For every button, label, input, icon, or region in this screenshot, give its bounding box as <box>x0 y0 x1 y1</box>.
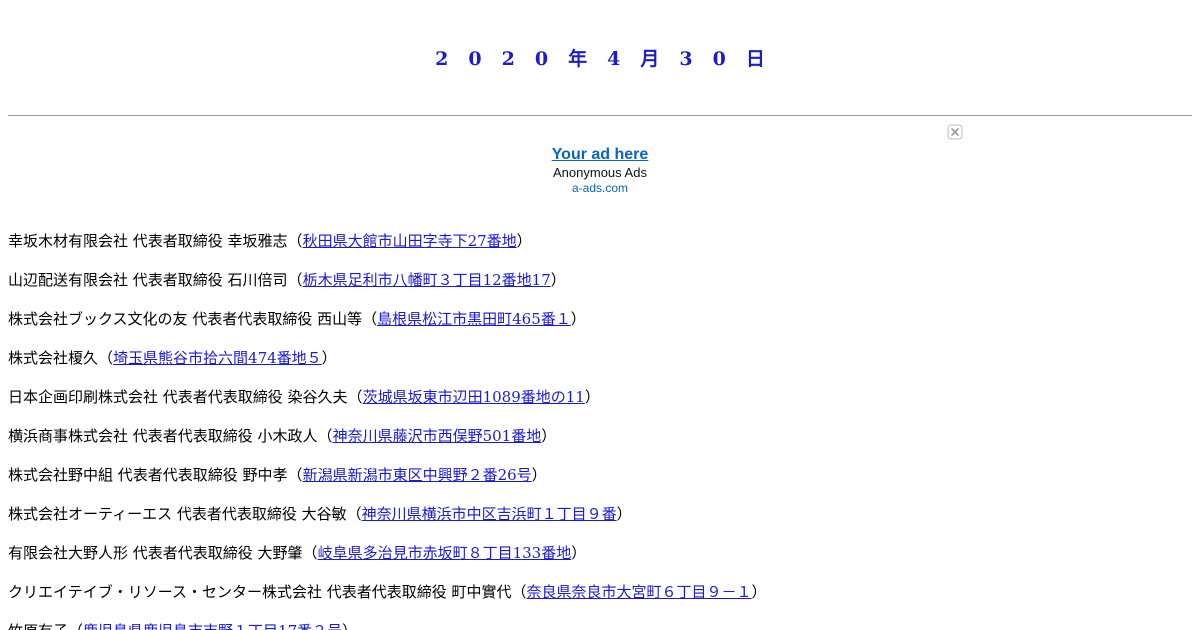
address-link[interactable]: 奈良県奈良市大宮町６丁目９－１ <box>527 583 752 601</box>
company-name: 竹原有子 <box>8 622 68 630</box>
open-paren: （ <box>98 349 114 367</box>
address-link[interactable]: 秋田県大館市山田字寺下27番地 <box>303 232 517 250</box>
company-name: クリエイテイブ・リソース・センター株式会社 代表者代表取締役 町中實代 <box>8 583 512 601</box>
page: 2020年4月30日 Your ad here Anonymous Ads a-… <box>0 0 1200 630</box>
date-char: 0 <box>712 48 726 70</box>
close-paren: ） <box>584 388 600 406</box>
address-link[interactable]: 埼玉県熊谷市拾六間474番地５ <box>113 349 322 367</box>
open-paren: （ <box>362 310 378 328</box>
ad-link[interactable]: Your ad here <box>450 145 750 164</box>
list-item: 株式会社榎久（埼玉県熊谷市拾六間474番地５） <box>8 347 1192 386</box>
open-paren: （ <box>347 388 363 406</box>
list-item: 日本企画印刷株式会社 代表者代表取締役 染谷久夫（茨城県坂東市辺田1089番地の… <box>8 386 1192 425</box>
date-char: 0 <box>534 48 549 70</box>
close-paren: ） <box>342 622 357 630</box>
date-char: 月 <box>640 48 660 70</box>
horizontal-rule <box>8 115 1192 116</box>
open-paren: （ <box>287 466 303 484</box>
close-paren: ） <box>541 427 557 445</box>
open-paren: （ <box>302 544 318 562</box>
close-paren: ） <box>321 349 337 367</box>
date-char: 2 <box>501 48 515 70</box>
open-paren: （ <box>511 583 527 601</box>
date-char: 2 <box>435 48 449 70</box>
close-paren: ） <box>516 232 532 250</box>
date-char: 3 <box>679 48 693 70</box>
date-char: 年 <box>568 48 588 70</box>
list-item: 株式会社野中組 代表者代表取締役 野中孝（新潟県新潟市東区中興野２番26号） <box>8 464 1192 503</box>
address-link[interactable]: 神奈川県藤沢市西俣野501番地 <box>333 427 542 445</box>
date-char: 日 <box>745 48 765 70</box>
list-item: 有限会社大野人形 代表者代表取締役 大野肇（岐阜県多治見市赤坂町８丁目133番地… <box>8 542 1192 581</box>
company-name: 株式会社榎久 <box>8 349 99 367</box>
company-name: 横浜商事株式会社 代表者代表取締役 小木政人 <box>8 427 318 445</box>
company-name: 株式会社ブックス文化の友 代表者代表取締役 西山等 <box>8 310 363 328</box>
address-link[interactable]: 新潟県新潟市東区中興野２番26号 <box>303 466 532 484</box>
open-paren: （ <box>287 271 303 289</box>
address-link[interactable]: 栃木県足利市八幡町３丁目12番地17 <box>303 271 551 289</box>
list-item: 幸坂木材有限会社 代表者取締役 幸坂雅志（秋田県大館市山田字寺下27番地） <box>8 230 1192 269</box>
date-char: 4 <box>607 48 621 70</box>
close-paren: ） <box>571 544 587 562</box>
open-paren: （ <box>68 622 83 630</box>
ad-domain-link[interactable]: a-ads.com <box>450 181 750 195</box>
address-link[interactable]: 岐阜県多治見市赤坂町８丁目133番地 <box>318 544 572 562</box>
list-item: 横浜商事株式会社 代表者代表取締役 小木政人（神奈川県藤沢市西俣野501番地） <box>8 425 1192 464</box>
list-item: 株式会社オーティーエス 代表者代表取締役 大谷敏（神奈川県横浜市中区吉浜町１丁目… <box>8 503 1192 542</box>
date-char: 0 <box>468 48 482 70</box>
list-item: 株式会社ブックス文化の友 代表者代表取締役 西山等（島根県松江市黒田町465番１… <box>8 308 1192 347</box>
company-list: 幸坂木材有限会社 代表者取締役 幸坂雅志（秋田県大館市山田字寺下27番地） 山辺… <box>8 230 1192 630</box>
ad-block: Your ad here Anonymous Ads a-ads.com <box>450 145 750 195</box>
company-name: 有限会社大野人形 代表者代表取締役 大野肇 <box>8 544 303 562</box>
address-link[interactable]: 茨城県坂東市辺田1089番地の11 <box>363 388 585 406</box>
open-paren: （ <box>317 427 333 445</box>
close-paren: ） <box>531 466 547 484</box>
date-heading: 2020年4月30日 <box>0 44 1200 71</box>
close-paren: ） <box>570 310 586 328</box>
company-name: 幸坂木材有限会社 代表者取締役 幸坂雅志 <box>8 232 288 250</box>
company-name: 山辺配送有限会社 代表者取締役 石川倍司 <box>8 271 288 289</box>
close-paren: ） <box>751 583 767 601</box>
address-link[interactable]: 鹿児島県鹿児島市吉野１丁目17番２号 <box>83 622 342 630</box>
company-name: 日本企画印刷株式会社 代表者代表取締役 染谷久夫 <box>8 388 348 406</box>
list-item: 山辺配送有限会社 代表者取締役 石川倍司（栃木県足利市八幡町３丁目12番地17） <box>8 269 1192 308</box>
address-link[interactable]: 神奈川県横浜市中区吉浜町１丁目９番 <box>362 505 617 523</box>
list-item: 竹原有子（鹿児島県鹿児島市吉野１丁目17番２号） <box>8 620 1192 630</box>
ad-network-label: Anonymous Ads <box>553 165 647 180</box>
address-link[interactable]: 島根県松江市黒田町465番１ <box>377 310 571 328</box>
close-paren: ） <box>616 505 632 523</box>
close-paren: ） <box>550 271 566 289</box>
open-paren: （ <box>346 505 362 523</box>
company-name: 株式会社オーティーエス 代表者代表取締役 大谷敏 <box>8 505 347 523</box>
ad-close-icon[interactable] <box>947 124 963 140</box>
list-item: クリエイテイブ・リソース・センター株式会社 代表者代表取締役 町中實代（奈良県奈… <box>8 581 1192 620</box>
open-paren: （ <box>287 232 303 250</box>
company-name: 株式会社野中組 代表者代表取締役 野中孝 <box>8 466 288 484</box>
